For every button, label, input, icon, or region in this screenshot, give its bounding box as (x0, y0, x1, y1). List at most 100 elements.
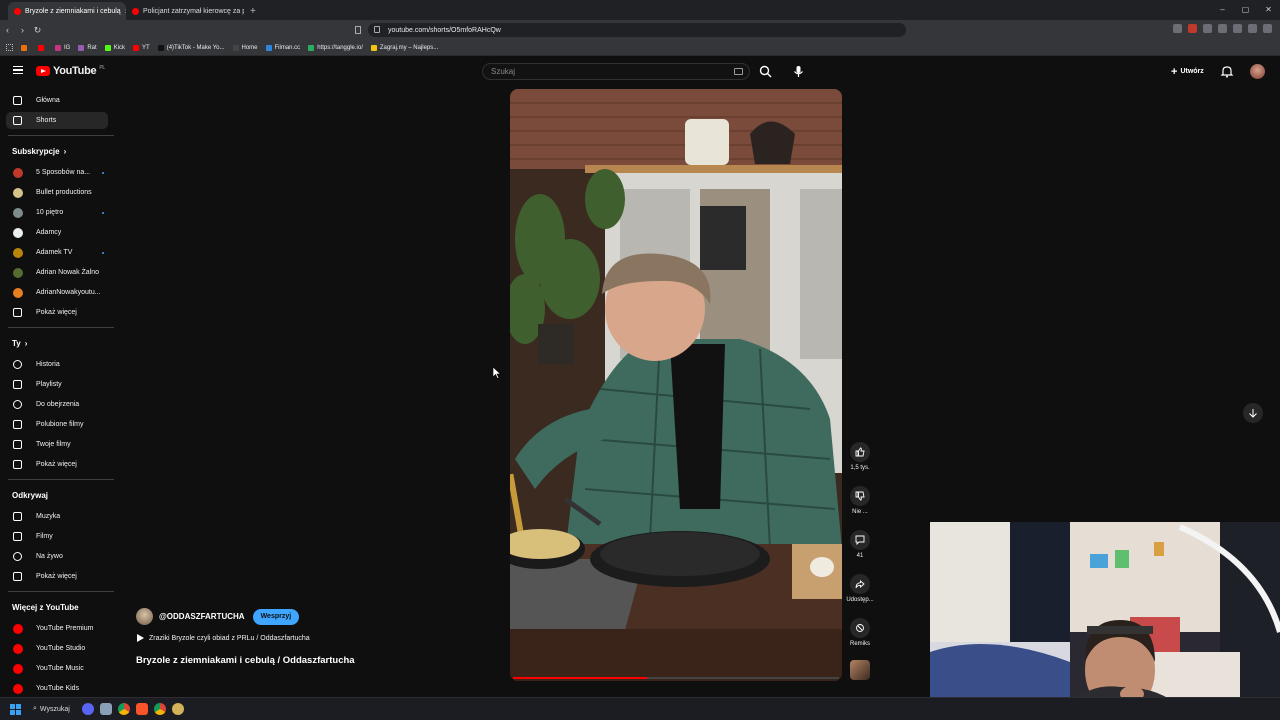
back-icon[interactable]: ‹ (0, 25, 15, 35)
like-button[interactable]: 1,5 tys. (846, 442, 874, 471)
sidebar-item-subscription[interactable]: Adamek TV (6, 244, 108, 261)
maximize-button[interactable]: ▢ (1234, 0, 1257, 20)
sidebar-item-playlists[interactable]: Playlisty (6, 376, 108, 393)
reload-icon[interactable]: ↻ (30, 25, 45, 36)
windows-start-icon[interactable] (10, 703, 21, 715)
apps-grid-icon[interactable] (6, 44, 13, 51)
sidebar-item-youtube-app-label: YouTube Studio (36, 645, 86, 652)
create-button[interactable]: + Utwórz (1165, 64, 1210, 79)
search-input[interactable] (489, 66, 719, 77)
bookmark-item[interactable]: Zagraj.my – Najleps... (370, 44, 438, 51)
chevron-right-icon: › (63, 147, 67, 156)
bookmark-item[interactable] (21, 44, 30, 51)
file-explorer-icon[interactable] (99, 703, 112, 715)
browser-tab[interactable]: Bryzole z ziemniakami i cebulą× (8, 2, 126, 20)
bookmark-item[interactable]: Rat (78, 44, 97, 51)
sidebar-item-subscription[interactable]: AdrianNowakyoutu... (6, 284, 108, 301)
bookmark-item[interactable]: https://tanggle.io/ (308, 44, 363, 51)
bookmark-item[interactable]: Kick (104, 44, 125, 51)
site-info-icon[interactable] (374, 26, 380, 33)
sidebar-item-youtube-app[interactable]: YouTube Kids (6, 680, 108, 697)
dislike-button[interactable]: Nie ... (846, 486, 874, 515)
sound-thumbnail[interactable] (850, 660, 870, 680)
sidebar-show-more[interactable]: Pokaż więcej (6, 568, 108, 585)
bookmark-item[interactable] (38, 44, 47, 51)
share-button[interactable]: Udostęp... (846, 574, 874, 603)
sidebar-item-subscription[interactable]: Bullet productions (6, 184, 108, 201)
sidebar-item-youtube-app[interactable]: YouTube Studio (6, 640, 108, 657)
minimize-button[interactable]: – (1211, 0, 1234, 20)
close-window-button[interactable]: ✕ (1257, 0, 1280, 20)
bookmark-favicon-icon (104, 44, 111, 51)
extension-icon[interactable] (1248, 24, 1257, 33)
short-video-player[interactable] (510, 89, 842, 681)
extension-icon[interactable] (1188, 24, 1197, 33)
sidebar-item-live[interactable]: Na żywo (6, 548, 108, 565)
sidebar-item-liked[interactable]: Polubione filmy (6, 416, 108, 433)
bookmark-item[interactable]: (4)TikTok - Make Yo... (157, 44, 225, 51)
extension-icon[interactable] (1173, 24, 1182, 33)
menu-icon[interactable] (13, 66, 23, 74)
url-field[interactable]: youtube.com/shorts/O5mfoRAHcQw (368, 23, 906, 37)
playlist-link[interactable]: Zraziki Bryzole czyli obiad z PRLu / Odd… (137, 634, 310, 642)
video-progress-bar[interactable] (513, 677, 839, 679)
sidebar-item-watch-later[interactable]: Do obejrzenia (6, 396, 108, 413)
sidebar-show-more[interactable]: Pokaż więcej (6, 304, 108, 321)
brave-icon[interactable] (135, 703, 148, 715)
bookmark-item[interactable]: Home (232, 44, 258, 51)
channel-avatar[interactable] (136, 608, 153, 625)
sidebar-item-subscription[interactable]: Adrian Nowak Żalno (6, 264, 108, 281)
logo-text: YouTube (53, 65, 97, 77)
youtube-logo[interactable]: YouTube PL (36, 65, 105, 77)
microphone-icon[interactable] (790, 63, 807, 80)
bookmark-item[interactable]: IG (55, 44, 70, 51)
sidebar-item-subscription[interactable]: 5 Sposobów na... (6, 164, 108, 181)
discord-icon[interactable] (81, 703, 94, 715)
sidebar-item-youtube-app[interactable]: YouTube Music (6, 660, 108, 677)
keyboard-icon[interactable] (734, 68, 743, 75)
taskbar-search[interactable]: ⌕ Wyszukaj (27, 702, 76, 717)
home-icon (13, 96, 22, 105)
video-frame (510, 89, 842, 681)
extension-icon[interactable] (1233, 24, 1242, 33)
search-icon[interactable] (757, 63, 774, 80)
youtube-favicon-icon (14, 7, 21, 15)
sidebar-section-you[interactable]: Ty › (12, 339, 27, 348)
sidebar-item-music[interactable]: Muzyka (6, 508, 108, 525)
comments-button[interactable]: 41 (846, 530, 874, 559)
sidebar-item-shorts[interactable]: Shorts (6, 112, 108, 129)
sidebar-item-youtube-app[interactable]: YouTube Premium (6, 620, 108, 637)
sidebar-item-history[interactable]: Historia (6, 356, 108, 373)
channel-name[interactable]: @ODDASZFARTUCHA (159, 612, 245, 621)
sidebar-item-subscription[interactable]: 10 piętro (6, 204, 108, 221)
youtube-favicon-icon (132, 7, 139, 15)
sidebar-section-explore[interactable]: Odkrywaj (12, 491, 48, 500)
extension-icon[interactable] (1203, 24, 1212, 33)
browser-tab[interactable]: Policjant zatrzymał kierowcę za prędkość… (126, 2, 244, 20)
bookmark-item[interactable]: Filman.cc (265, 44, 300, 51)
sidebar-item-movies[interactable]: Filmy (6, 528, 108, 545)
sidebar-section-subscriptions[interactable]: Subskrypcje › (12, 147, 66, 156)
chrome-alt-icon[interactable] (153, 703, 166, 715)
remix-button[interactable]: Remiks (846, 618, 874, 647)
app-icon[interactable] (171, 703, 184, 715)
sidebar-item-your-videos[interactable]: Twoje filmy (6, 436, 108, 453)
bookmark-page-icon[interactable] (355, 26, 361, 34)
sidebar-item-subscription[interactable]: Adamcy (6, 224, 108, 241)
notifications-bell-icon[interactable] (1220, 65, 1234, 78)
extension-icon[interactable] (1263, 24, 1272, 33)
account-avatar[interactable] (1250, 64, 1265, 79)
subscription-avatar (13, 644, 23, 654)
sidebar-show-more[interactable]: Pokaż więcej (6, 456, 108, 473)
forward-icon[interactable]: › (15, 25, 30, 35)
new-tab-button[interactable]: + (244, 2, 262, 20)
sidebar-section-more[interactable]: Więcej z YouTube (12, 603, 79, 612)
extension-icon[interactable] (1218, 24, 1227, 33)
subscription-avatar (13, 268, 23, 278)
sidebar-item-home[interactable]: Główna (6, 92, 108, 109)
next-short-button[interactable] (1243, 403, 1263, 423)
support-button[interactable]: Wesprzyj (252, 608, 300, 625)
bookmark-item[interactable]: YT (133, 44, 150, 51)
chrome-icon[interactable] (117, 703, 130, 715)
subscription-avatar (13, 168, 23, 178)
